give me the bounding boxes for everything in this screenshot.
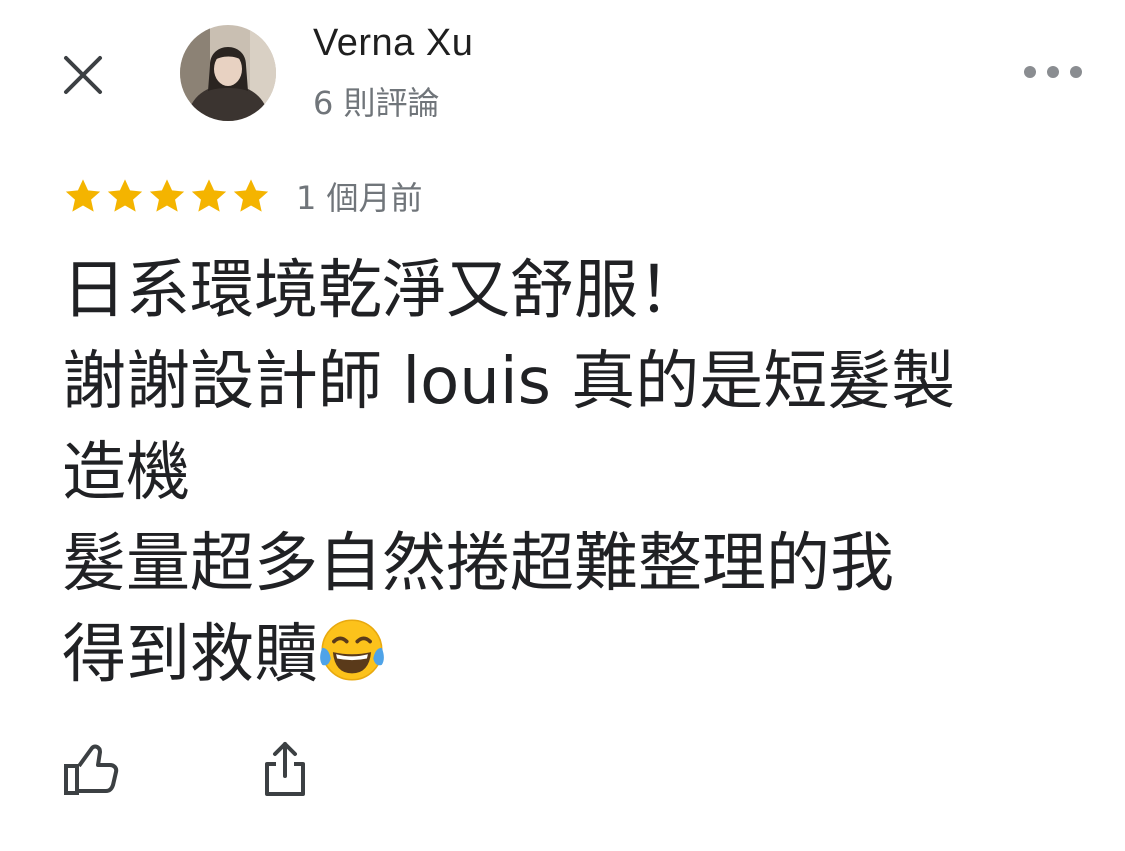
close-icon: [64, 56, 102, 94]
star-rating: [62, 175, 272, 217]
star-icon: [107, 179, 143, 212]
share-icon: [265, 742, 305, 796]
more-options-button[interactable]: [1024, 58, 1082, 86]
review-line: 得到救贖: [62, 618, 318, 692]
like-button[interactable]: [62, 742, 120, 798]
star-icon: [149, 179, 185, 212]
review-line: 髮量超多自然捲超難整理的我: [62, 527, 894, 601]
star-icon: [65, 179, 101, 212]
review-line: 造機: [62, 436, 190, 510]
more-horizontal-icon: [1024, 66, 1036, 78]
review-time: 1 個月前: [296, 179, 423, 217]
star-icon: [233, 179, 269, 212]
more-horizontal-icon: [1070, 66, 1082, 78]
review-count[interactable]: 6 則評論: [313, 78, 440, 124]
close-button[interactable]: [58, 50, 108, 100]
avatar[interactable]: [180, 25, 276, 121]
review-line: 謝謝設計師 louis 真的是短髮製: [62, 345, 956, 419]
face-with-tears-of-joy-icon: [320, 619, 384, 681]
star-icon: [191, 179, 227, 212]
review-text: 日系環境乾淨又舒服！ 謝謝設計師 louis 真的是短髮製 造機 髮量超多自然捲…: [62, 246, 1072, 701]
author-name[interactable]: Verna Xu: [313, 22, 473, 65]
share-button[interactable]: [262, 740, 308, 798]
more-horizontal-icon: [1047, 66, 1059, 78]
review-line-last: 得到救贖: [62, 610, 1072, 701]
thumbs-up-icon: [64, 744, 119, 795]
rating-row: 1 個月前: [62, 172, 423, 220]
review-line: 日系環境乾淨又舒服！: [62, 254, 702, 328]
